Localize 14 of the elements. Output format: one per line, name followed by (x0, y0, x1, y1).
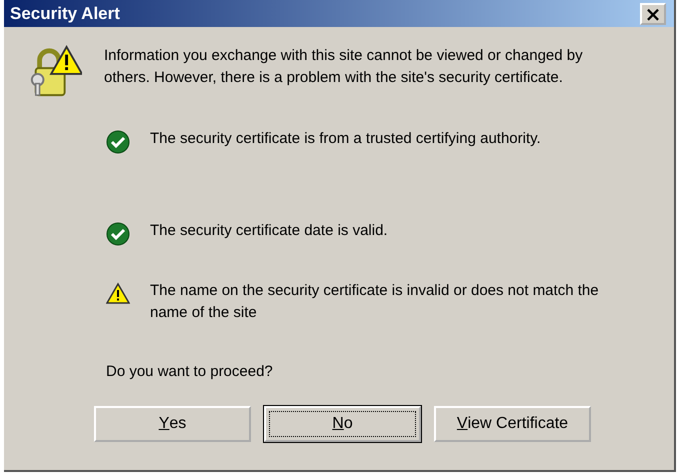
checkmark-icon (106, 222, 130, 246)
question-text: Do you want to proceed? (106, 363, 274, 380)
no-button[interactable]: No (264, 406, 421, 442)
padlock-warning-icon (28, 45, 82, 99)
message-text: Information you exchange with this site cannot be viewed or changed by others. However, there is a problem with the site's security certificate. (104, 46, 584, 88)
view-certificate-button[interactable]: View Certificate (434, 406, 591, 442)
checkmark-icon (106, 130, 130, 154)
window-title: Security Alert (10, 4, 120, 24)
check-text: The security certificate is from a trusted certifying authority. (150, 129, 542, 149)
close-button[interactable]: × (640, 2, 666, 24)
check-text: The name on the security certificate is invalid or does not match the name of the site (150, 281, 600, 323)
warning-icon (106, 282, 130, 306)
check-text: The security certificate date is valid. (150, 221, 389, 241)
yes-button[interactable]: Yes (94, 406, 251, 442)
